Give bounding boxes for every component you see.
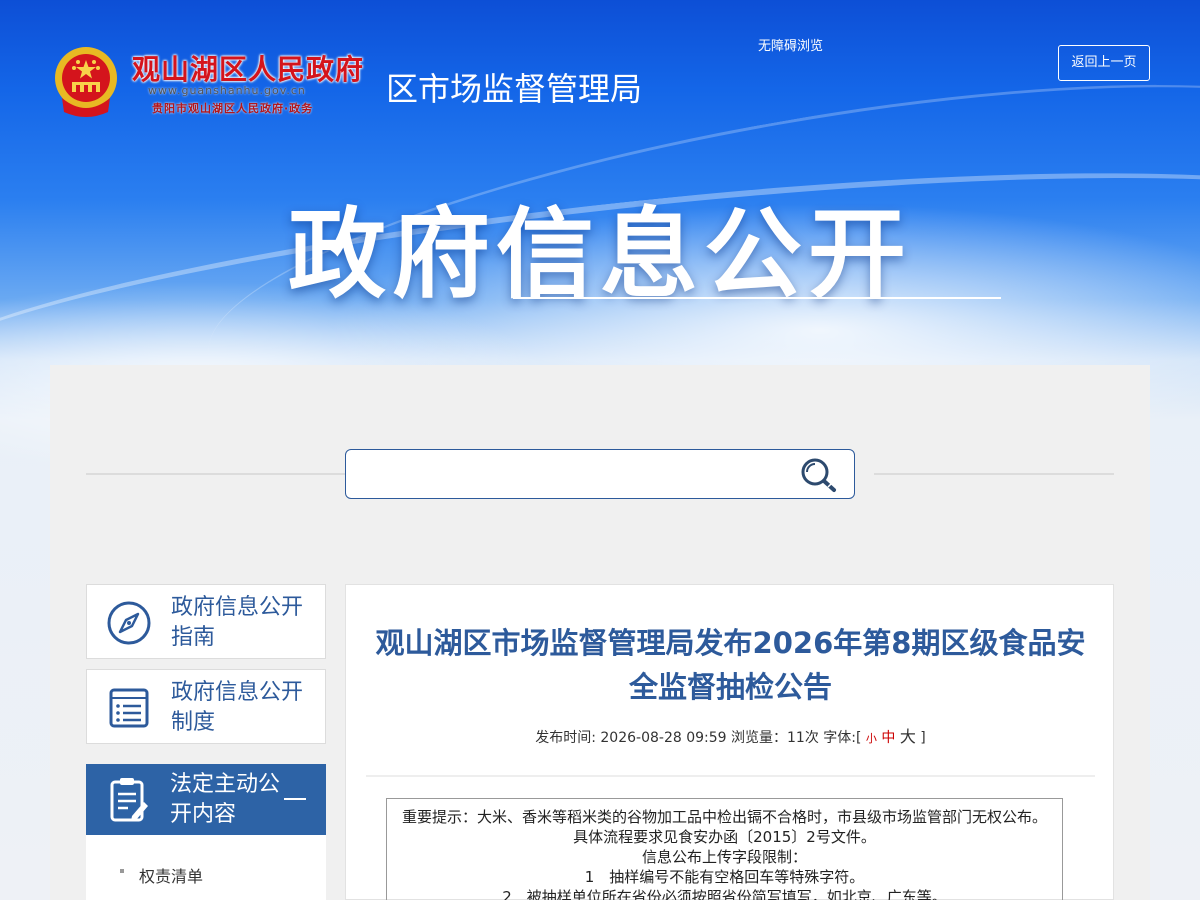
notice-text: 信息公布上传字段限制： [641, 848, 807, 866]
submenu-item-responsibility-list[interactable]: 权责清单 [139, 863, 203, 887]
edit-document-icon [110, 778, 148, 822]
meta-bracket: ] [920, 730, 926, 746]
notice-box: 重要提示：大米、香米等稻米类的谷物加工品中检出镉不合格时，市县级市场监管部门无权… [386, 798, 1063, 900]
sidebar-item-label: 法定主动公开内容 [170, 772, 281, 827]
sidebar-item-system[interactable]: 政府信息公开制度 [86, 669, 326, 744]
divider [874, 473, 1114, 475]
site-name: 观山湖区人民政府 [132, 53, 365, 86]
national-emblem-icon [55, 47, 117, 117]
font-size-small-button[interactable]: 小 [866, 732, 877, 745]
collapse-icon[interactable] [284, 798, 306, 800]
back-button[interactable]: 返回上一页 [1058, 45, 1150, 81]
article-meta: 发布时间: 2026-08-28 09:59 浏览量：11次 字体:[ 小 中 … [346, 723, 1115, 747]
compass-icon [107, 601, 151, 645]
site-subtitle: 贵阳市观山湖区人民政府·政务 [152, 102, 314, 115]
notice-text: 2 被抽样单位所在省份必须按照省份简写填写，如北京、广东等。 [502, 888, 947, 900]
search-box [345, 449, 855, 499]
site-url: www.guanshanhu.gov.cn [148, 84, 306, 97]
publish-info: 发布时间: 2026-08-28 09:59 浏览量：11次 字体:[ [535, 730, 862, 746]
sidebar-item-mandatory[interactable]: 法定主动公开内容 [86, 764, 326, 835]
divider [366, 775, 1095, 777]
font-size-medium-button[interactable]: 中 [881, 730, 895, 746]
sidebar-item-label: 政府信息公开指南 [171, 595, 304, 650]
article-title: 观山湖区市场监督管理局发布2026年第8期区级食品安全监督抽检公告 [375, 626, 1086, 704]
bullet-icon [120, 869, 124, 873]
sidebar-item-label: 政府信息公开制度 [171, 680, 304, 735]
list-document-icon [109, 688, 149, 728]
sidebar-submenu: 权责清单 [86, 835, 326, 900]
accessibility-link[interactable]: 无障碍浏览 [758, 35, 823, 54]
notice-text: 1 抽样编号不能有空格回车等特殊字符。 [584, 868, 865, 886]
department-name: 区市场监督管理局 [386, 70, 643, 108]
hero-title: 政府信息公开 [287, 198, 912, 312]
font-size-large-button[interactable]: 大 [900, 727, 916, 746]
main-panel: 政府信息公开指南 政府信息公开制度 法定主动公开内容 权责清单 观山湖区市场监督… [50, 365, 1150, 900]
notice-text: 重要提示：大米、香米等稻米类的谷物加工品中检出镉不合格时，市县级市场监管部门无权… [401, 808, 1047, 846]
hero-underline [513, 297, 1001, 299]
search-input[interactable] [356, 458, 786, 490]
search-icon[interactable] [798, 456, 838, 494]
article: 观山湖区市场监督管理局发布2026年第8期区级食品安全监督抽检公告 发布时间: … [345, 584, 1114, 900]
sidebar-item-guide[interactable]: 政府信息公开指南 [86, 584, 326, 659]
divider [86, 473, 376, 475]
